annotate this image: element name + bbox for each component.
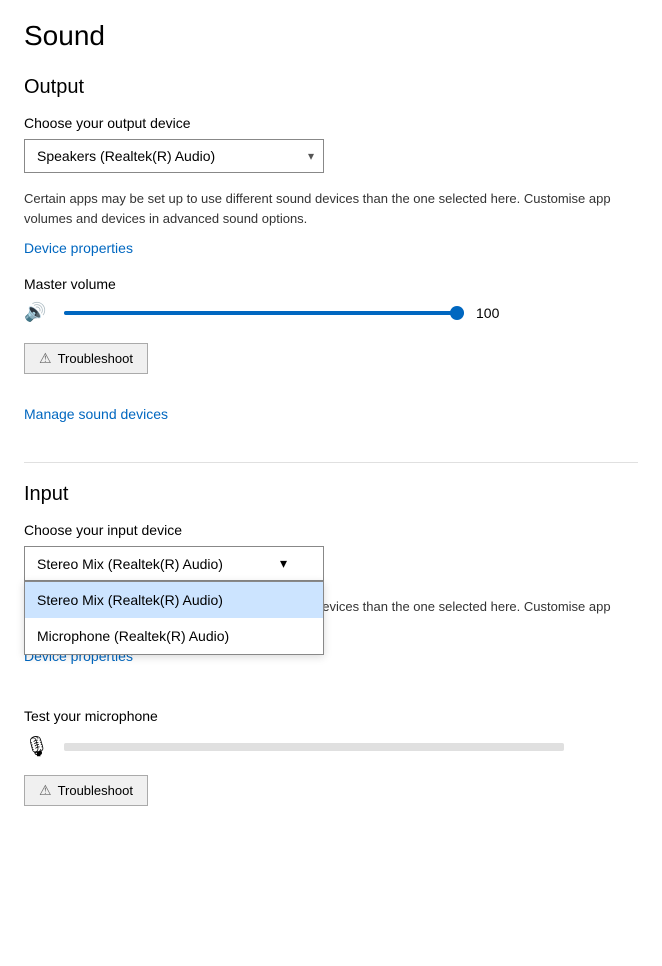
master-volume-label: Master volume [24, 276, 638, 292]
volume-fill [64, 311, 464, 315]
volume-thumb [450, 306, 464, 320]
section-divider [24, 462, 638, 463]
input-device-label: Choose your input device [24, 522, 638, 538]
test-microphone-section: Test your microphone 🎙 [24, 708, 638, 759]
output-device-dropdown-wrapper: Speakers (Realtek(R) Audio) ▾ [24, 139, 324, 173]
output-info-text: Certain apps may be set up to use differ… [24, 189, 614, 228]
input-dropdown-popup: Stereo Mix (Realtek(R) Audio) Microphone… [24, 581, 324, 655]
input-section-title: Input [24, 483, 638, 506]
output-troubleshoot-button[interactable]: ⚠ Troubleshoot [24, 343, 148, 374]
master-volume-section: Master volume 🔊 100 [24, 276, 638, 323]
input-section: Input Choose your input device Stereo Mi… [24, 483, 638, 806]
volume-track [64, 311, 464, 315]
test-mic-label: Test your microphone [24, 708, 638, 724]
volume-row: 🔊 100 [24, 302, 638, 323]
output-device-properties-link[interactable]: Device properties [24, 240, 133, 256]
input-selected-option: Stereo Mix (Realtek(R) Audio) [37, 556, 223, 572]
output-device-dropdown[interactable]: Speakers (Realtek(R) Audio) [24, 139, 324, 173]
volume-slider[interactable] [64, 303, 464, 323]
volume-value: 100 [476, 305, 512, 321]
output-section: Output Choose your output device Speaker… [24, 76, 638, 442]
input-option-stereo-mix[interactable]: Stereo Mix (Realtek(R) Audio) [25, 582, 323, 618]
input-warning-icon: ⚠ [39, 782, 52, 799]
page-title: Sound [24, 20, 638, 52]
output-section-title: Output [24, 76, 638, 99]
mic-row: 🎙 [24, 734, 638, 759]
input-device-dropdown-wrapper: Stereo Mix (Realtek(R) Audio) ▾ Stereo M… [24, 546, 324, 581]
volume-icon: 🔊 [24, 302, 52, 323]
mic-level-bar [64, 743, 564, 751]
input-troubleshoot-button[interactable]: ⚠ Troubleshoot [24, 775, 148, 806]
output-troubleshoot-label: Troubleshoot [58, 351, 133, 366]
input-dropdown-chevron-icon: ▾ [280, 555, 287, 572]
input-device-dropdown-button[interactable]: Stereo Mix (Realtek(R) Audio) ▾ [24, 546, 324, 581]
microphone-icon: 🎙 [24, 734, 52, 759]
input-troubleshoot-label: Troubleshoot [58, 783, 133, 798]
manage-sound-devices-link[interactable]: Manage sound devices [24, 406, 168, 422]
input-option-microphone[interactable]: Microphone (Realtek(R) Audio) [25, 618, 323, 654]
output-device-label: Choose your output device [24, 115, 638, 131]
output-warning-icon: ⚠ [39, 350, 52, 367]
